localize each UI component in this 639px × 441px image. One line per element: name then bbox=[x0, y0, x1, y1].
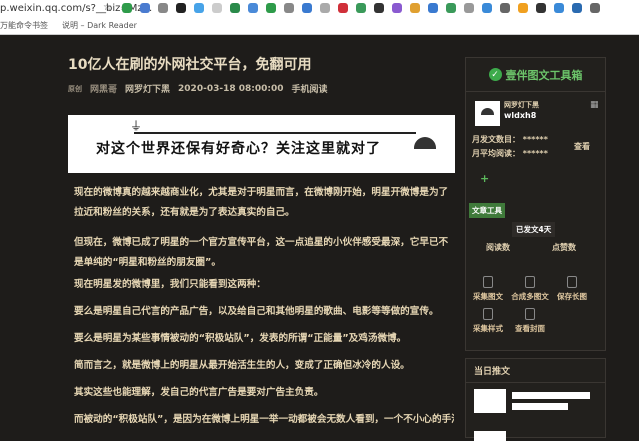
paragraph: 现在的微博真的越来越商业化，尤其是对于明星而言，在微博刚开始，明星开微博是为了拉… bbox=[74, 187, 449, 218]
author: 网黑哥 bbox=[90, 85, 118, 95]
paragraph: 要么是明星为某些事情被动的“积极站队”，发表的所谓“正能量”及鸡汤微博。 bbox=[74, 333, 407, 344]
account-id: wldxh8 bbox=[504, 111, 537, 120]
extension-icon[interactable] bbox=[374, 3, 384, 13]
bookmark-item[interactable]: 万能命令书签 bbox=[0, 20, 48, 31]
likes-label: 点赞数 bbox=[552, 243, 576, 252]
extension-icon[interactable] bbox=[536, 3, 546, 13]
layers-icon bbox=[483, 308, 493, 320]
paragraph: 简而言之，就是微博上的明星从最开始活生生的人，变成了正确但冰冷的人设。 bbox=[74, 360, 410, 371]
post-thumbnail[interactable] bbox=[474, 431, 506, 441]
extension-icon[interactable] bbox=[158, 3, 168, 13]
extension-icon[interactable] bbox=[338, 3, 348, 13]
extension-icon[interactable] bbox=[482, 3, 492, 13]
toolbox-panel: ✓ 壹伴图文工具箱 网罗灯下黑 wldxh8 ▦ 月发文数目： ****** 月平… bbox=[465, 57, 606, 351]
account-link[interactable]: 网罗灯下黑 bbox=[125, 82, 170, 95]
paragraph: 而被动的“积极站队”，是因为在微博上明星一举一动都被会无数人看到，一个不小心的手… bbox=[74, 414, 454, 425]
account-avatar bbox=[475, 101, 500, 126]
wire-line bbox=[134, 132, 416, 134]
extension-icon[interactable] bbox=[554, 3, 564, 13]
post-thumbnail[interactable] bbox=[474, 389, 506, 413]
bookmark-star-icon[interactable]: ☆ bbox=[103, 2, 112, 13]
article-title: 10亿人在刷的外网社交平台，免翻可用 bbox=[68, 57, 312, 73]
extension-icon[interactable] bbox=[140, 3, 150, 13]
extension-icon[interactable] bbox=[176, 3, 186, 13]
extension-icon[interactable] bbox=[392, 3, 402, 13]
toolbox-header: ✓ 壹伴图文工具箱 bbox=[466, 58, 605, 92]
extension-icon[interactable] bbox=[572, 3, 582, 13]
toolbox-title: 壹伴图文工具箱 bbox=[505, 68, 583, 82]
banner-text: 对这个世界还保有好奇心？关注这里就对了 bbox=[96, 141, 381, 157]
monthly-posts: 月发文数目： ****** bbox=[472, 135, 548, 144]
extension-icon[interactable] bbox=[518, 3, 528, 13]
paragraph: 现在明星发的微博里，我们只能看到这两种： bbox=[74, 279, 266, 290]
bookmark-item[interactable]: 说明 – Dark Reader bbox=[62, 20, 137, 31]
save-long-image-button[interactable]: 保存长图 bbox=[552, 276, 592, 302]
extension-icon[interactable] bbox=[122, 3, 132, 13]
extension-icon[interactable] bbox=[410, 3, 420, 13]
extension-icon[interactable] bbox=[320, 3, 330, 13]
list-add-icon bbox=[525, 276, 535, 288]
extension-icon[interactable] bbox=[356, 3, 366, 13]
original-label: 原创 bbox=[68, 84, 82, 93]
extension-icon[interactable] bbox=[302, 3, 312, 13]
extension-icon[interactable] bbox=[248, 3, 258, 13]
extension-icon[interactable] bbox=[590, 3, 600, 13]
document-icon bbox=[483, 276, 493, 288]
extension-icon[interactable] bbox=[464, 3, 474, 13]
extension-icon[interactable] bbox=[428, 3, 438, 13]
save-icon bbox=[567, 276, 577, 288]
account-name: 网罗灯下黑 bbox=[504, 101, 539, 109]
extension-icon[interactable] bbox=[446, 3, 456, 13]
yiban-logo-icon: ✓ bbox=[488, 68, 502, 81]
mobile-read-link[interactable]: 手机阅读 bbox=[292, 82, 328, 95]
banner-image: ⏚ 对这个世界还保有好奇心？关注这里就对了 bbox=[68, 115, 455, 173]
merge-articles-button[interactable]: 合成多图文 bbox=[510, 276, 550, 302]
reads-label: 阅读数 bbox=[486, 243, 510, 252]
view-cover-button[interactable]: 查看封面 bbox=[510, 308, 550, 334]
add-icon[interactable]: + bbox=[480, 172, 489, 185]
extension-icon[interactable] bbox=[230, 3, 240, 13]
paragraph: 要么是明星自己代言的产品广告，以及给自己和其他明星的歌曲、电影等等做的宣传。 bbox=[74, 306, 439, 317]
collect-article-button[interactable]: 采集图文 bbox=[468, 276, 508, 302]
paragraph: 但现在，微博已成了明星的一个官方宣传平台，这一点追星的小伙伴感受最深，它早已不是… bbox=[74, 237, 449, 268]
extension-icon[interactable] bbox=[500, 3, 510, 13]
publish-date: 2020-03-18 08:00:00 bbox=[178, 83, 284, 94]
lamp-icon bbox=[414, 137, 436, 149]
qrcode-icon[interactable]: ▦ bbox=[590, 100, 599, 110]
paragraph: 其实这些也能理解，发自己的代言广告是要对广告主负责。 bbox=[74, 387, 324, 398]
days-badge: 已发文4天 bbox=[512, 222, 556, 237]
extension-icon[interactable] bbox=[284, 3, 294, 13]
extension-icon[interactable] bbox=[212, 3, 222, 13]
today-posts-panel: 当日推文 bbox=[465, 358, 606, 441]
article-meta: 原创 网黑哥 网罗灯下黑 2020-03-18 08:00:00 手机阅读 bbox=[68, 82, 328, 96]
bookmarks-bar: 万能命令书签 说明 – Dark Reader bbox=[0, 20, 137, 31]
browser-chrome: p.weixin.qq.com/s?__biz=Mz... ☆ 万能命令书签 说… bbox=[0, 0, 639, 35]
extension-icon[interactable] bbox=[266, 3, 276, 13]
monthly-reads: 月平均阅读： ****** bbox=[472, 149, 548, 158]
post-title-placeholder[interactable] bbox=[512, 392, 590, 399]
image-icon bbox=[525, 308, 535, 320]
post-title-placeholder[interactable] bbox=[512, 403, 568, 410]
article-tools-tag: 文章工具 bbox=[469, 203, 505, 218]
collect-style-button[interactable]: 采集样式 bbox=[468, 308, 508, 334]
extension-icon[interactable] bbox=[194, 3, 204, 13]
view-button[interactable]: 查看 bbox=[574, 141, 590, 152]
extensions-bar bbox=[122, 3, 600, 13]
article-page: 10亿人在刷的外网社交平台，免翻可用 原创 网黑哥 网罗灯下黑 2020-03-… bbox=[0, 36, 639, 441]
today-posts-title: 当日推文 bbox=[466, 359, 605, 383]
